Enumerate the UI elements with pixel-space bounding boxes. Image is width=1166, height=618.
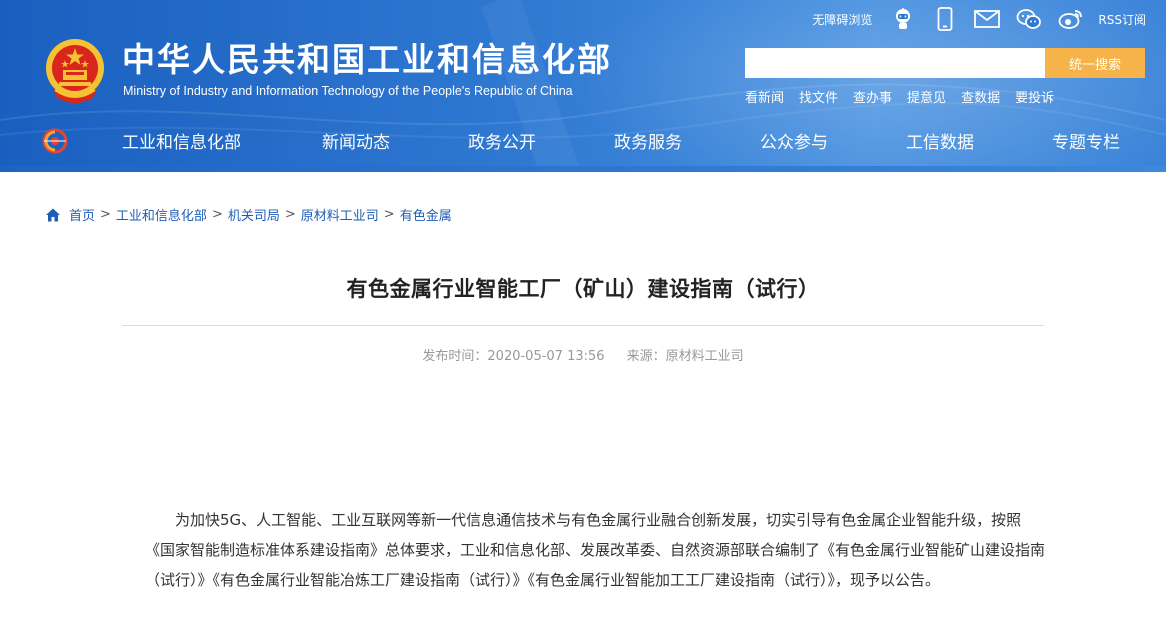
nav-item-news[interactable]: 新闻动态 (322, 128, 390, 153)
article-paragraph: 为加快5G、人工智能、工业互联网等新一代信息通信技术与有色金属行业融合创新发展，… (145, 511, 1046, 589)
breadcrumb-home[interactable]: 首页 (69, 205, 95, 224)
nav-item-gov-services[interactable]: 政务服务 (614, 128, 682, 153)
nav-divider (0, 166, 1166, 172)
source-value: 原材料工业司 (665, 349, 744, 364)
article-body: 为加快5G、人工智能、工业互联网等新一代信息通信技术与有色金属行业融合创新发展，… (145, 505, 1050, 595)
quick-link-news[interactable]: 看新闻 (745, 87, 784, 106)
site-subtitle: Ministry of Industry and Information Tec… (123, 84, 573, 98)
published-date: 2020-05-07 13:56 (487, 349, 605, 364)
article-title: 有色金属行业智能工厂（矿山）建设指南（试行） (346, 277, 820, 301)
site-title: 中华人民共和国工业和信息化部 (122, 40, 612, 79)
quick-link-services[interactable]: 查办事 (853, 87, 892, 106)
accessibility-link[interactable]: 无障碍浏览 (812, 11, 872, 28)
breadcrumb-raw-materials[interactable]: 原材料工业司 (301, 205, 379, 224)
quick-link-complaint[interactable]: 要投诉 (1015, 87, 1054, 106)
ministry-logo-icon[interactable] (42, 128, 68, 154)
mail-icon[interactable] (972, 6, 1002, 32)
nav-item-topics[interactable]: 专题专栏 (1052, 128, 1120, 153)
source-label: 来源： (626, 349, 666, 364)
wechat-icon[interactable] (1014, 6, 1044, 32)
breadcrumb: 首页 > 工业和信息化部 > 机关司局 > 原材料工业司 > 有色金属 (45, 205, 452, 224)
weibo-icon[interactable] (1056, 6, 1086, 32)
breadcrumb-separator: > (211, 207, 223, 222)
home-icon (46, 208, 60, 221)
main-nav: 工业和信息化部 新闻动态 政务公开 政务服务 公众参与 工信数据 专题专栏 (0, 118, 1166, 166)
breadcrumb-separator: > (284, 207, 296, 222)
mobile-phone-icon[interactable] (930, 6, 960, 32)
title-divider (122, 325, 1044, 326)
nav-item-public[interactable]: 公众参与 (760, 128, 828, 153)
nav-item-gov-affairs[interactable]: 政务公开 (468, 128, 536, 153)
breadcrumb-nonferrous[interactable]: 有色金属 (400, 205, 452, 224)
search-input[interactable] (745, 48, 1045, 78)
quick-links: 看新闻 找文件 查办事 提意见 查数据 要投诉 (745, 87, 1069, 106)
breadcrumb-separator: > (100, 207, 111, 222)
quick-link-data[interactable]: 查数据 (961, 87, 1000, 106)
search-button[interactable]: 统一搜索 (1045, 48, 1145, 78)
breadcrumb-ministry[interactable]: 工业和信息化部 (116, 205, 207, 224)
breadcrumb-separator: > (383, 207, 395, 222)
site-header: 中华人民共和国工业和信息化部 Ministry of Industry and … (0, 0, 1166, 172)
published-label: 发布时间： (422, 349, 488, 364)
top-toolbar: 无障碍浏览 RSS订阅 (812, 6, 1146, 32)
robot-assistant-icon[interactable] (888, 6, 918, 32)
breadcrumb-departments[interactable]: 机关司局 (228, 205, 280, 224)
article-meta: 发布时间：2020-05-07 13:56 来源：原材料工业司 (122, 345, 1044, 364)
quick-link-feedback[interactable]: 提意见 (907, 87, 946, 106)
quick-link-documents[interactable]: 找文件 (799, 87, 838, 106)
nav-item-data[interactable]: 工信数据 (906, 128, 974, 153)
nav-item-ministry[interactable]: 工业和信息化部 (122, 128, 241, 153)
national-emblem-icon (46, 39, 104, 103)
rss-link[interactable]: RSS订阅 (1098, 11, 1146, 28)
